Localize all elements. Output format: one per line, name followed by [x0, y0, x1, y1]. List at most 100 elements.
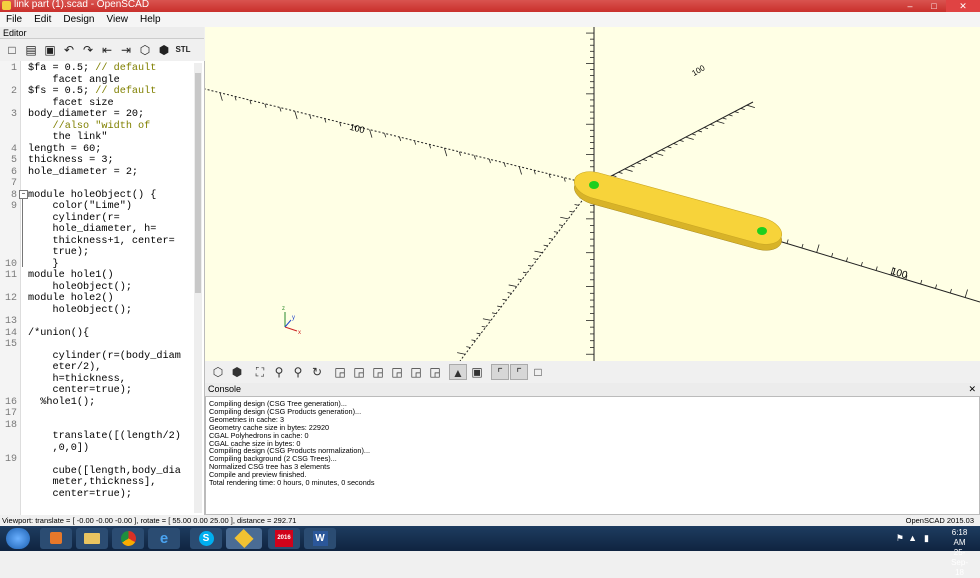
- line-number: 9: [10, 201, 17, 212]
- code-line: facet angle: [28, 74, 120, 86]
- open-icon[interactable]: ▤: [22, 42, 40, 58]
- internet-explorer-icon[interactable]: e: [148, 528, 180, 549]
- front-view-icon[interactable]: ◲: [407, 364, 425, 380]
- file-explorer-icon[interactable]: [76, 528, 108, 549]
- link-part: [574, 171, 782, 251]
- axis-tick: [949, 288, 952, 294]
- menu-design[interactable]: Design: [57, 12, 100, 27]
- axis-tick: [679, 139, 684, 142]
- fold-toggle[interactable]: –: [19, 190, 28, 199]
- code-line: facet size: [28, 97, 114, 109]
- back-view-icon[interactable]: ◲: [426, 364, 444, 380]
- flag-icon[interactable]: ⚑: [896, 533, 904, 544]
- editor-scrollbar[interactable]: [194, 63, 202, 513]
- axis-tick: [476, 332, 481, 335]
- save-icon[interactable]: ▣: [41, 42, 59, 58]
- axis-tick: [661, 149, 666, 152]
- 3d-viewport[interactable]: 100 100 100 z x y: [205, 27, 980, 361]
- perspective-icon[interactable]: ▲: [449, 363, 467, 380]
- undo-icon[interactable]: ↶: [60, 42, 78, 58]
- reset-view-icon[interactable]: ↻: [308, 364, 326, 380]
- axis-tick: [722, 117, 727, 120]
- clock[interactable]: 6:18 AM 25-Sep-18: [951, 528, 968, 578]
- close-button[interactable]: ✕: [946, 0, 980, 12]
- minimize-button[interactable]: –: [898, 0, 922, 12]
- menu-file[interactable]: File: [0, 12, 28, 27]
- start-orb[interactable]: [6, 528, 30, 549]
- axis-tick: [673, 143, 678, 146]
- network-icon[interactable]: ▮: [924, 533, 929, 544]
- axis-tick: [528, 265, 533, 267]
- code-line: //also "width of: [52, 120, 151, 132]
- media-player-icon[interactable]: [40, 528, 72, 549]
- taskbar: e S 2016 W ⚑ ▲ ▮ 6:18 AM 25-Sep-18: [0, 526, 980, 577]
- menu-help[interactable]: Help: [134, 12, 167, 27]
- title-bar: link part (1).scad - OpenSCAD – □ ✕: [0, 0, 980, 12]
- view-all-icon[interactable]: ⛶: [251, 364, 269, 380]
- code-line: hole_diameter, h=: [28, 224, 157, 235]
- line-number: 6: [10, 166, 17, 178]
- chrome-icon[interactable]: [112, 528, 144, 549]
- preview-icon[interactable]: ⬡: [209, 364, 227, 380]
- orthogonal-icon[interactable]: ▣: [468, 364, 486, 380]
- axis-label-x-pos: 100: [890, 266, 909, 281]
- chevron-up-icon[interactable]: ▲: [908, 533, 917, 543]
- axis-tick: [481, 325, 486, 328]
- code-line: cylinder(r=(body_diam: [28, 350, 181, 362]
- right-view-icon[interactable]: ◲: [331, 364, 349, 380]
- axis-tick: [517, 278, 522, 281]
- clock-time: 6:18 AM: [951, 528, 968, 547]
- solidworks-icon[interactable]: 2016: [268, 528, 300, 549]
- skype-icon[interactable]: S: [190, 528, 222, 549]
- axis-tick: [703, 127, 709, 130]
- line-number: 1: [10, 63, 17, 74]
- axis-tick: [691, 133, 696, 136]
- show-axes-icon[interactable]: ⌜: [491, 363, 509, 380]
- axis-tick: [560, 216, 569, 220]
- code-line: cylinder(r=: [28, 212, 120, 224]
- menu-edit[interactable]: Edit: [28, 12, 57, 27]
- editor-panel-title: Editor: [0, 27, 204, 39]
- axis-tick: [648, 155, 654, 158]
- top-view-icon[interactable]: ◲: [350, 364, 368, 380]
- axis-tick: [860, 261, 863, 267]
- bottom-view-icon[interactable]: ◲: [369, 364, 387, 380]
- axis-tick: [294, 111, 298, 120]
- code-line: meter,thickness],: [28, 477, 157, 488]
- show-edges-icon[interactable]: □: [529, 364, 547, 380]
- clock-date: 25-Sep-18: [951, 548, 968, 577]
- console-message: Geometry cache size in bytes: 22920: [209, 422, 330, 432]
- maximize-button[interactable]: □: [922, 0, 946, 12]
- axis-tick: [612, 175, 617, 178]
- zoom-out-icon[interactable]: ⚲: [289, 364, 307, 380]
- code-editor[interactable]: 1 2 3 4 5 6 7 8 9 10 11 12 13 14 15 16 17 18 19 $fa = 0.5;…: [0, 61, 205, 515]
- preview-icon[interactable]: ⬡: [136, 42, 154, 58]
- hole-2: [757, 227, 767, 235]
- unindent-icon[interactable]: ⇤: [98, 42, 116, 58]
- show-scale-icon[interactable]: ⌜: [510, 363, 528, 380]
- indent-icon[interactable]: ⇥: [117, 42, 135, 58]
- zoom-in-icon[interactable]: ⚲: [270, 364, 288, 380]
- editor-toolbar: □ ▤ ▣ ↶ ↷ ⇤ ⇥ ⬡ ⬢ STL: [0, 39, 204, 61]
- axis-tick: [279, 107, 282, 112]
- axis-tick: [444, 147, 448, 157]
- render-icon[interactable]: ⬢: [155, 42, 173, 58]
- word-icon[interactable]: W: [304, 528, 336, 549]
- console-output: Compiling design (CSG Tree generation)..…: [205, 396, 980, 515]
- scrollbar-thumb[interactable]: [195, 73, 201, 293]
- code-line: true);: [28, 247, 90, 258]
- menu-view[interactable]: View: [101, 12, 135, 27]
- redo-icon[interactable]: ↷: [79, 42, 97, 58]
- axis-tick: [507, 292, 512, 294]
- new-icon[interactable]: □: [3, 42, 21, 58]
- line-number: 3: [10, 109, 17, 120]
- console-close-icon[interactable]: ✕: [968, 383, 976, 396]
- version-label: OpenSCAD 2015.03: [905, 516, 974, 525]
- export-stl-icon[interactable]: STL: [174, 42, 192, 58]
- axis-tick: [685, 136, 694, 140]
- axis-tick: [801, 243, 804, 249]
- left-view-icon[interactable]: ◲: [388, 364, 406, 380]
- render-icon[interactable]: ⬢: [228, 364, 246, 380]
- openscad-icon[interactable]: [226, 528, 262, 549]
- axis-tick: [831, 252, 834, 258]
